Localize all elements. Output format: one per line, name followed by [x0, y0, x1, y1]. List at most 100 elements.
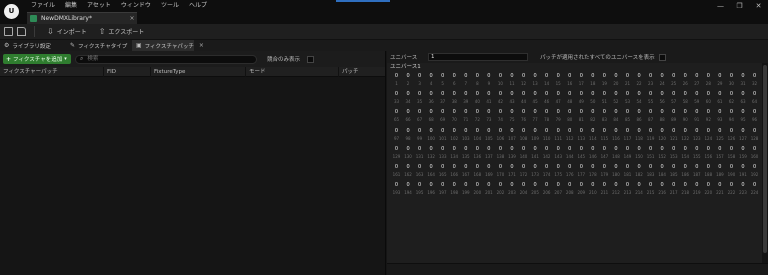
channel-cell[interactable]: 0 26	[680, 72, 691, 90]
channel-cell[interactable]: 0 54	[634, 90, 645, 108]
channel-cell[interactable]: 0 50	[587, 90, 598, 108]
channel-cell[interactable]: 0 182	[634, 163, 645, 181]
channel-cell[interactable]: 0 67	[414, 108, 425, 126]
channel-cell[interactable]: 0 167	[460, 163, 471, 181]
channel-cell[interactable]: 0 165	[437, 163, 448, 181]
column-fixture-type[interactable]: FixtureType	[150, 67, 245, 77]
channel-cell[interactable]: 0 83	[599, 108, 610, 126]
channel-cell[interactable]: 0 84	[610, 108, 621, 126]
channel-cell[interactable]: 0 42	[495, 90, 506, 108]
channel-cell[interactable]: 0 66	[403, 108, 414, 126]
channel-cell[interactable]: 0 119	[645, 127, 656, 145]
channel-cell[interactable]: 0 34	[403, 90, 414, 108]
channel-cell[interactable]: 0 61	[714, 90, 725, 108]
channel-cell[interactable]: 0 21	[622, 72, 633, 90]
channel-cell[interactable]: 0 209	[576, 181, 587, 199]
channel-cell[interactable]: 0 22	[634, 72, 645, 90]
channel-cell[interactable]: 03	[414, 72, 425, 90]
minimize-button[interactable]: —	[711, 0, 730, 12]
channel-cell[interactable]: 09	[483, 72, 494, 90]
channel-cell[interactable]: 0 217	[668, 181, 679, 199]
channel-cell[interactable]: 0 20	[610, 72, 621, 90]
channel-cell[interactable]: 0 104	[472, 127, 483, 145]
channel-cell[interactable]: 0 103	[460, 127, 471, 145]
channel-cell[interactable]: 0 176	[564, 163, 575, 181]
channel-cell[interactable]: 0 155	[691, 145, 702, 163]
channel-cell[interactable]: 0 44	[518, 90, 529, 108]
channel-cell[interactable]: 0 116	[610, 127, 621, 145]
channel-cell[interactable]: 04	[426, 72, 437, 90]
channel-cell[interactable]: 08	[472, 72, 483, 90]
channel-cell[interactable]: 0 169	[483, 163, 494, 181]
channel-cell[interactable]: 0 122	[680, 127, 691, 145]
channel-cell[interactable]: 01	[391, 72, 402, 90]
scrollbar-thumb[interactable]	[763, 65, 767, 253]
channel-cell[interactable]: 0 168	[472, 163, 483, 181]
channel-cell[interactable]: 0 193	[391, 181, 402, 199]
channel-cell[interactable]: 0 172	[518, 163, 529, 181]
menu-item[interactable]: アセット	[82, 1, 116, 11]
channel-cell[interactable]: 0 148	[610, 145, 621, 163]
universe-input[interactable]	[428, 53, 528, 61]
channel-cell[interactable]: 0 177	[576, 163, 587, 181]
conflict-only-checkbox[interactable]	[307, 55, 315, 63]
channel-cell[interactable]: 0 100	[426, 127, 437, 145]
channel-cell[interactable]: 0 219	[691, 181, 702, 199]
channel-cell[interactable]: 0 58	[680, 90, 691, 108]
channel-cell[interactable]: 0 141	[530, 145, 541, 163]
channel-cell[interactable]: 05	[437, 72, 448, 90]
channel-cell[interactable]: 0 215	[645, 181, 656, 199]
channel-cell[interactable]: 0 199	[460, 181, 471, 199]
channel-cell[interactable]: 0 125	[714, 127, 725, 145]
channel-cell[interactable]: 0 218	[680, 181, 691, 199]
channel-cell[interactable]: 0 212	[610, 181, 621, 199]
channel-cell[interactable]: 0 55	[645, 90, 656, 108]
channel-cell[interactable]: 0 52	[610, 90, 621, 108]
channel-cell[interactable]: 0 90	[680, 108, 691, 126]
channel-cell[interactable]: 0 51	[599, 90, 610, 108]
channel-cell[interactable]: 0 198	[449, 181, 460, 199]
channel-cell[interactable]: 0 214	[634, 181, 645, 199]
channel-cell[interactable]: 0 222	[726, 181, 737, 199]
channel-cell[interactable]: 0 133	[437, 145, 448, 163]
channel-cell[interactable]: 07	[460, 72, 471, 90]
channel-cell[interactable]: 0 205	[530, 181, 541, 199]
channel-cell[interactable]: 0 120	[657, 127, 668, 145]
channel-cell[interactable]: 0 183	[645, 163, 656, 181]
channel-cell[interactable]: 0 62	[726, 90, 737, 108]
channel-cell[interactable]: 0 128	[749, 127, 760, 145]
channel-cell[interactable]: 0 78	[541, 108, 552, 126]
channel-cell[interactable]: 0 97	[391, 127, 402, 145]
channel-cell[interactable]: 0 29	[714, 72, 725, 90]
vertical-scrollbar[interactable]	[762, 63, 768, 263]
channel-cell[interactable]: 0 69	[437, 108, 448, 126]
channel-cell[interactable]: 0 146	[587, 145, 598, 163]
column-patch[interactable]: パッチ	[338, 67, 386, 77]
channel-cell[interactable]: 0 200	[472, 181, 483, 199]
channel-cell[interactable]: 0 115	[599, 127, 610, 145]
channel-cell[interactable]: 0 72	[472, 108, 483, 126]
channel-cell[interactable]: 0 31	[738, 72, 749, 90]
channel-cell[interactable]: 0 82	[587, 108, 598, 126]
channel-cell[interactable]: 0 132	[426, 145, 437, 163]
close-window-button[interactable]: ✕	[749, 0, 768, 12]
channel-cell[interactable]: 0 170	[495, 163, 506, 181]
channel-cell[interactable]: 0 110	[541, 127, 552, 145]
menu-item[interactable]: ファイル	[26, 1, 60, 11]
channel-cell[interactable]: 0 140	[518, 145, 529, 163]
channel-cell[interactable]: 0 186	[680, 163, 691, 181]
channel-cell[interactable]: 0 158	[726, 145, 737, 163]
channel-cell[interactable]: 0 216	[657, 181, 668, 199]
channel-cell[interactable]: 0 48	[564, 90, 575, 108]
channel-cell[interactable]: 0 95	[738, 108, 749, 126]
channel-cell[interactable]: 0 224	[749, 181, 760, 199]
channel-cell[interactable]: 0 47	[553, 90, 564, 108]
menu-item[interactable]: ウィンドウ	[116, 1, 156, 11]
channel-cell[interactable]: 0 65	[391, 108, 402, 126]
channel-cell[interactable]: 0 40	[472, 90, 483, 108]
channel-cell[interactable]: 0 23	[645, 72, 656, 90]
channel-cell[interactable]: 0 63	[738, 90, 749, 108]
channel-cell[interactable]: 0 163	[414, 163, 425, 181]
channel-cell[interactable]: 0 164	[426, 163, 437, 181]
column-fid[interactable]: FID	[103, 67, 150, 77]
